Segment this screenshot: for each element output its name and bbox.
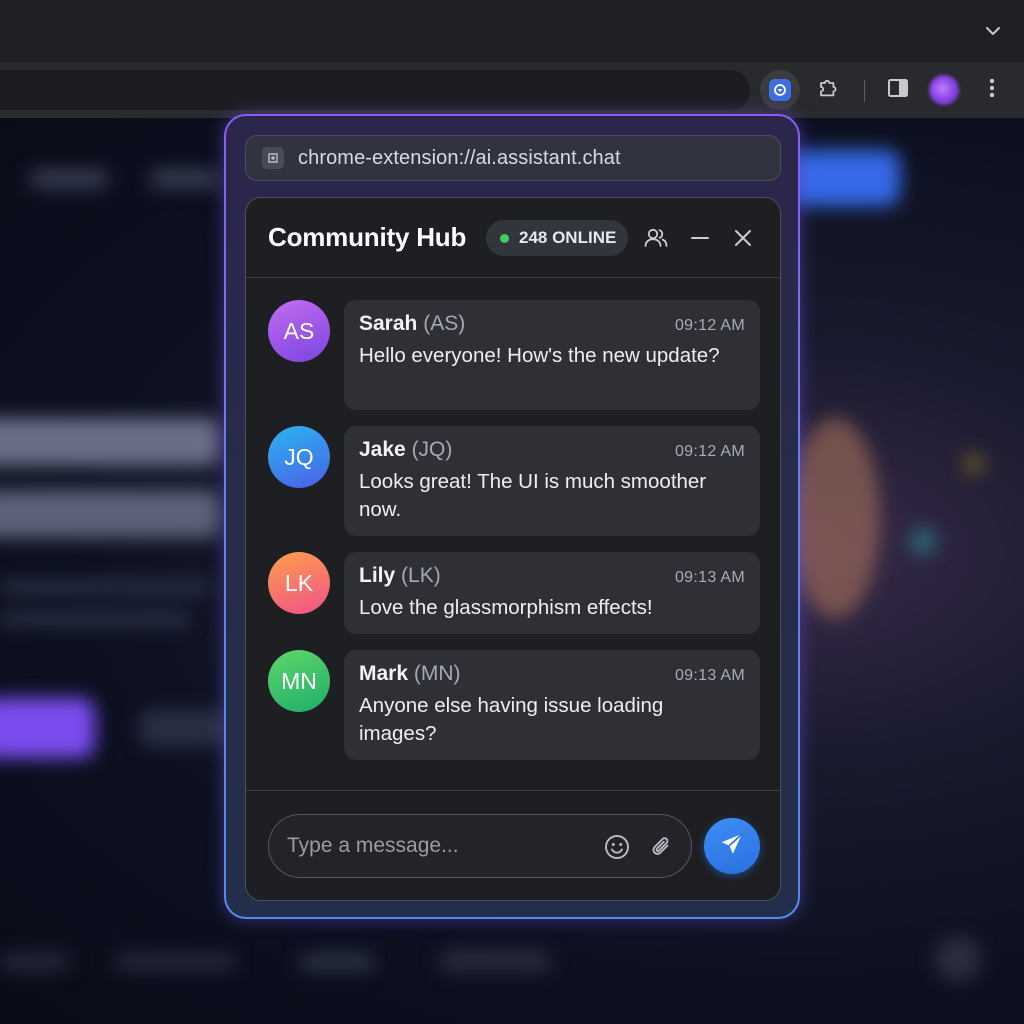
chevron-down-icon[interactable] xyxy=(984,22,1002,40)
sender-initials: (JQ) xyxy=(411,438,453,461)
avatar[interactable]: MN xyxy=(268,650,330,712)
chat-panel: Community Hub 248 ONLINE AS Sarah (AS) 0… xyxy=(245,197,781,901)
address-bar[interactable] xyxy=(0,70,750,110)
popup-url-bar: chrome-extension://ai.assistant.chat xyxy=(245,135,781,181)
message-timestamp: 09:13 AM xyxy=(674,667,745,684)
profile-avatar xyxy=(929,75,959,105)
sender-initials: (AS) xyxy=(423,312,466,335)
users-icon[interactable] xyxy=(643,225,669,251)
paperclip-icon[interactable] xyxy=(648,833,676,861)
message-text: Anyone else having issue loading images? xyxy=(359,694,664,745)
message-bubble: Jake (JQ) 09:12 AM Looks great! The UI i… xyxy=(344,426,760,536)
message-composer xyxy=(268,814,692,878)
browser-tabstrip xyxy=(0,0,1024,62)
puzzle-icon xyxy=(816,76,840,105)
avatar[interactable]: LK xyxy=(268,552,330,614)
side-panel-button[interactable] xyxy=(878,70,918,110)
popup-url: chrome-extension://ai.assistant.chat xyxy=(298,146,621,169)
active-extension-icon xyxy=(769,79,791,101)
message-text: Hello everyone! How's the new update? xyxy=(359,344,720,367)
avatar[interactable]: AS xyxy=(268,300,330,362)
sender-name: Jake (JQ) xyxy=(359,438,453,461)
sender-name: Mark (MN) xyxy=(359,662,461,685)
toolbar-divider xyxy=(864,80,865,102)
kebab-menu-icon xyxy=(989,77,995,104)
sender-name: Lily (LK) xyxy=(359,564,441,587)
online-count-label: 248 ONLINE xyxy=(519,228,617,247)
active-extension-button[interactable] xyxy=(760,70,800,110)
message-timestamp: 09:12 AM xyxy=(674,317,745,334)
online-count-badge: 248 ONLINE xyxy=(486,220,628,256)
chat-title: Community Hub xyxy=(268,222,467,252)
message-timestamp: 09:13 AM xyxy=(674,569,745,586)
avatar[interactable]: JQ xyxy=(268,426,330,488)
message-bubble: Mark (MN) 09:13 AM Anyone else having is… xyxy=(344,650,760,760)
browser-toolbar xyxy=(0,62,1024,118)
sender-initials: (MN) xyxy=(413,662,461,685)
message-input[interactable] xyxy=(287,829,587,863)
send-button[interactable] xyxy=(704,818,760,874)
message-text: Looks great! The UI is much smoother now… xyxy=(359,470,707,521)
composer-divider xyxy=(246,790,780,791)
extensions-button[interactable] xyxy=(808,70,848,110)
sender-initials: (LK) xyxy=(401,564,441,587)
message-text: Love the glassmorphism effects! xyxy=(359,596,653,619)
online-status-dot xyxy=(500,233,509,243)
chat-header: Community Hub 248 ONLINE xyxy=(246,198,780,278)
browser-menu-button[interactable] xyxy=(972,70,1012,110)
profile-button[interactable] xyxy=(924,70,964,110)
message-timestamp: 09:12 AM xyxy=(674,443,745,460)
close-icon[interactable] xyxy=(730,225,756,251)
message-bubble: Lily (LK) 09:13 AM Love the glassmorphis… xyxy=(344,552,760,634)
sender-name: Sarah (AS) xyxy=(359,312,466,335)
extension-page-icon xyxy=(262,147,284,169)
message-bubble: Sarah (AS) 09:12 AM Hello everyone! How'… xyxy=(344,300,760,410)
send-icon xyxy=(718,830,746,863)
minimize-icon[interactable] xyxy=(687,225,713,251)
side-panel-icon xyxy=(887,77,909,104)
emoji-icon[interactable] xyxy=(603,833,631,861)
extension-popup: chrome-extension://ai.assistant.chat Com… xyxy=(224,114,800,919)
